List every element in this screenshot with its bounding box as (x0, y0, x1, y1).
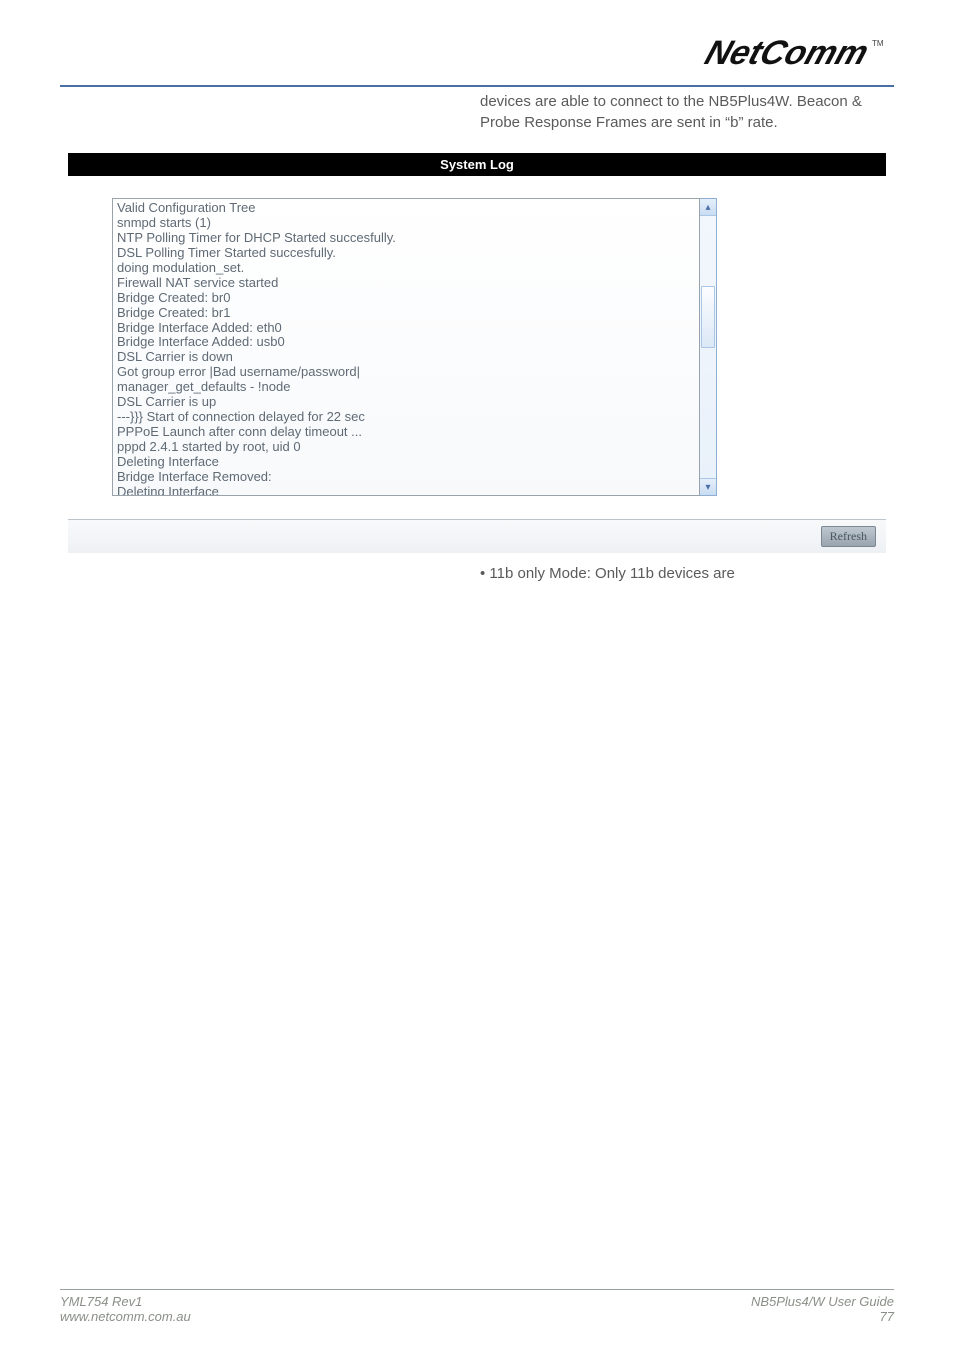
footer-page-number: 77 (751, 1309, 894, 1324)
footer-left-line1: YML754 Rev1 (60, 1294, 142, 1309)
footer-rule (60, 1289, 894, 1290)
system-log-panel: System Log ▴ ▾ Refresh (68, 153, 886, 553)
footer-left-line2: www.netcomm.com.au (60, 1309, 191, 1324)
scroll-down-icon[interactable]: ▾ (700, 478, 716, 495)
brand-logo: NetComm TM (60, 30, 894, 79)
system-log-title: System Log (68, 153, 886, 176)
svg-text:TM: TM (872, 39, 884, 48)
refresh-button[interactable]: Refresh (821, 526, 876, 547)
scroll-thumb[interactable] (701, 286, 715, 348)
scroll-track[interactable] (700, 216, 716, 478)
header-rule (60, 85, 894, 87)
scrollbar[interactable]: ▴ ▾ (700, 198, 717, 496)
intro-paragraph: devices are able to connect to the NB5Pl… (480, 91, 894, 133)
scroll-up-icon[interactable]: ▴ (700, 199, 716, 216)
svg-text:NetComm: NetComm (700, 34, 873, 72)
bullet-line: • 11b only Mode: Only 11b devices are (480, 565, 894, 582)
footer-right-line1: NB5Plus4/W User Guide (751, 1294, 894, 1309)
system-log-textarea[interactable] (112, 198, 700, 496)
page-footer: YML754 Rev1 www.netcomm.com.au NB5Plus4/… (60, 1289, 894, 1324)
